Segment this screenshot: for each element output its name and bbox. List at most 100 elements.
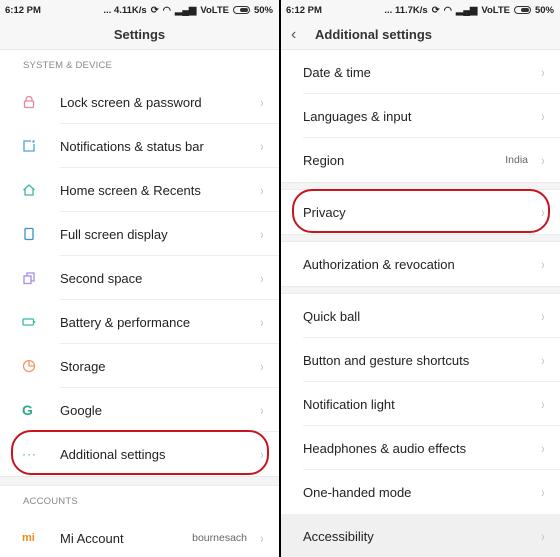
settings-item-notification-light[interactable]: Notification light › bbox=[281, 382, 560, 426]
item-label: Google bbox=[60, 402, 102, 418]
settings-item-full-screen-display[interactable]: Full screen display › bbox=[0, 212, 279, 256]
chevron-right-icon: › bbox=[541, 396, 545, 412]
settings-item-languages-and-input[interactable]: Languages & input › bbox=[281, 94, 560, 138]
status-bar: 6:12 PM ... 11.7K/s ⟳ ◠ ▂▄▆ VoLTE 50% bbox=[281, 0, 560, 20]
settings-item-quick-ball[interactable]: Quick ball › bbox=[281, 294, 560, 338]
home-icon bbox=[0, 183, 60, 197]
item-label: Home screen & Recents bbox=[60, 182, 201, 198]
item-label: Languages & input bbox=[303, 108, 412, 124]
settings-item-authorization-and-revocation[interactable]: Authorization & revocation › bbox=[281, 242, 560, 286]
notification-icon bbox=[0, 139, 60, 153]
section-divider bbox=[281, 182, 560, 190]
settings-item-date-and-time[interactable]: Date & time › bbox=[281, 50, 560, 94]
settings-item-additional-settings[interactable]: ··· Additional settings › bbox=[0, 432, 279, 476]
item-label: Headphones & audio effects bbox=[303, 440, 467, 456]
chevron-right-icon: › bbox=[541, 108, 545, 124]
item-label: Storage bbox=[60, 358, 106, 374]
chevron-right-icon: › bbox=[541, 484, 545, 500]
item-label: Mi Account bbox=[60, 530, 124, 546]
item-label: Lock screen & password bbox=[60, 94, 202, 110]
battery-level: 50% bbox=[534, 4, 554, 16]
more-icon: ··· bbox=[22, 447, 37, 461]
item-label: Button and gesture shortcuts bbox=[303, 352, 470, 368]
google-icon: G bbox=[22, 402, 33, 418]
chevron-right-icon: › bbox=[260, 358, 264, 374]
battery-icon bbox=[232, 6, 250, 14]
mi-icon: mi bbox=[22, 532, 35, 544]
chevron-right-icon: › bbox=[541, 256, 545, 272]
section-divider bbox=[281, 286, 560, 294]
settings-item-button-and-gesture-shortcuts[interactable]: Button and gesture shortcuts › bbox=[281, 338, 560, 382]
chevron-right-icon: › bbox=[541, 440, 545, 456]
section-divider bbox=[0, 476, 279, 486]
chevron-right-icon: › bbox=[260, 94, 264, 110]
settings-item-second-space[interactable]: Second space › bbox=[0, 256, 279, 300]
settings-item-accessibility[interactable]: Accessibility › bbox=[281, 514, 560, 557]
section-divider bbox=[281, 234, 560, 242]
settings-screen: 6:12 PM ... 4.11K/s ⟳ ◠ ▂▄▆ VoLTE 50% Se… bbox=[0, 0, 279, 557]
item-label: Date & time bbox=[303, 64, 371, 80]
item-label: Privacy bbox=[303, 204, 346, 220]
item-label: Notifications & status bar bbox=[60, 138, 204, 154]
item-label: Authorization & revocation bbox=[303, 256, 455, 272]
settings-item-one-handed-mode[interactable]: One-handed mode › bbox=[281, 470, 560, 514]
item-label: One-handed mode bbox=[303, 484, 412, 500]
additional-settings-screen: 6:12 PM ... 11.7K/s ⟳ ◠ ▂▄▆ VoLTE 50% ‹ … bbox=[281, 0, 560, 557]
signal-icon: ▂▄▆ bbox=[174, 4, 197, 16]
second-space-icon bbox=[0, 271, 60, 285]
item-label: Notification light bbox=[303, 396, 395, 412]
phone-icon bbox=[0, 227, 60, 241]
chevron-right-icon: › bbox=[260, 446, 264, 462]
chevron-right-icon: › bbox=[541, 352, 545, 368]
lock-icon bbox=[0, 95, 60, 109]
chevron-right-icon: › bbox=[541, 528, 545, 544]
battery-level: 50% bbox=[253, 4, 273, 16]
chevron-right-icon: › bbox=[541, 308, 545, 324]
chevron-right-icon: › bbox=[260, 530, 264, 546]
item-label: Accessibility bbox=[303, 528, 374, 544]
item-label: Region bbox=[303, 152, 345, 168]
section-header-system: SYSTEM & DEVICE bbox=[23, 59, 113, 71]
page-title: Settings bbox=[0, 20, 279, 50]
settings-item-google[interactable]: G Google › bbox=[0, 388, 279, 432]
chevron-right-icon: › bbox=[260, 138, 264, 154]
battery-icon bbox=[0, 315, 60, 329]
item-label: Second space bbox=[60, 270, 143, 286]
wifi-icon: ◠ bbox=[443, 4, 452, 16]
chevron-right-icon: › bbox=[260, 314, 264, 330]
status-time: 6:12 PM bbox=[286, 4, 322, 16]
network-type: VoLTE bbox=[200, 4, 229, 16]
settings-item-mi-account[interactable]: mi Mi Account bournesach › bbox=[0, 516, 279, 557]
item-label: Quick ball bbox=[303, 308, 361, 324]
item-label: Additional settings bbox=[60, 446, 166, 462]
settings-item-privacy[interactable]: Privacy › bbox=[281, 190, 560, 234]
settings-item-lock-screen-and-password[interactable]: Lock screen & password › bbox=[0, 80, 279, 124]
settings-item-home-screen-and-recents[interactable]: Home screen & Recents › bbox=[0, 168, 279, 212]
network-speed: ... 4.11K/s bbox=[103, 4, 147, 16]
chevron-right-icon: › bbox=[541, 152, 545, 168]
sync-icon: ⟳ bbox=[431, 4, 440, 16]
chevron-right-icon: › bbox=[260, 226, 264, 242]
item-label: Full screen display bbox=[60, 226, 168, 242]
item-value: bournesach bbox=[192, 532, 247, 544]
back-arrow-icon[interactable]: ‹ bbox=[291, 26, 301, 44]
network-speed: ... 11.7K/s bbox=[384, 4, 428, 16]
signal-icon: ▂▄▆ bbox=[455, 4, 478, 16]
chevron-right-icon: › bbox=[541, 204, 545, 220]
chevron-right-icon: › bbox=[260, 182, 264, 198]
chevron-right-icon: › bbox=[260, 402, 264, 418]
chevron-right-icon: › bbox=[260, 270, 264, 286]
settings-item-notifications-and-status-bar[interactable]: Notifications & status bar › bbox=[0, 124, 279, 168]
storage-icon bbox=[0, 359, 60, 373]
sync-icon: ⟳ bbox=[150, 4, 159, 16]
network-type: VoLTE bbox=[481, 4, 510, 16]
item-label: Battery & performance bbox=[60, 314, 191, 330]
settings-item-storage[interactable]: Storage › bbox=[0, 344, 279, 388]
settings-item-region[interactable]: Region India › bbox=[281, 138, 560, 182]
item-value: India bbox=[505, 154, 528, 166]
page-title: Additional settings bbox=[315, 27, 432, 42]
wifi-icon: ◠ bbox=[162, 4, 171, 16]
status-time: 6:12 PM bbox=[5, 4, 41, 16]
settings-item-battery-and-performance[interactable]: Battery & performance › bbox=[0, 300, 279, 344]
settings-item-headphones-and-audio-effects[interactable]: Headphones & audio effects › bbox=[281, 426, 560, 470]
